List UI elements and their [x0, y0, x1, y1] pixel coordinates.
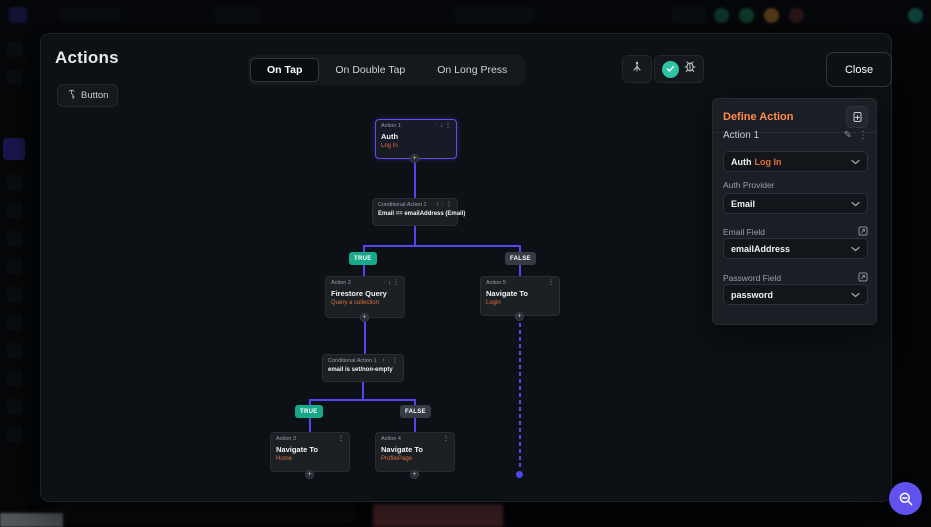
tab-on-tap[interactable]: On Tap [250, 58, 320, 82]
node-action-2[interactable]: Action 2 ↑ ↓ ⋮ Firestore Query Query a c… [325, 276, 405, 318]
email-field-value: emailAddress [731, 243, 791, 254]
action-number-label: Action 1 [723, 130, 760, 141]
branch-badge-true: TRUE [349, 252, 377, 265]
copy-action-button[interactable] [846, 106, 868, 128]
field-label: Password Field [723, 273, 782, 283]
field-label: Auth Provider [723, 180, 775, 190]
node-header-label: Action 4 [381, 436, 401, 442]
chevron-down-icon [851, 292, 860, 297]
node-action-3[interactable]: Action 3 ⋮ Navigate To Home [270, 432, 350, 472]
node-header: Action 1 ↑ ↓ ⋮ [381, 123, 451, 129]
node-title: Email == emailAddress (Email) [378, 211, 466, 217]
validation-debug-group[interactable] [654, 55, 704, 83]
password-field-select[interactable]: password [723, 284, 868, 305]
action-flow-icon [631, 60, 643, 78]
move-down-icon[interactable]: ↓ [388, 280, 391, 286]
magnifier-icon [899, 492, 912, 505]
trigger-widget-chip[interactable]: Button [57, 84, 119, 107]
document-plus-icon [853, 112, 861, 122]
node-title: email is set/non-empty [328, 367, 393, 373]
node-title: Navigate To [381, 445, 423, 454]
pencil-icon[interactable]: ✎ [844, 130, 852, 141]
node-subtitle: Query a collection [331, 300, 380, 306]
chevron-down-icon [851, 246, 860, 251]
node-action-5[interactable]: Action 5 ⋮ Navigate To Login [480, 276, 560, 316]
kebab-icon[interactable]: ⋮ [445, 123, 451, 129]
zoom-search-fab[interactable] [889, 482, 922, 515]
node-header: Action 3 ⋮ [276, 436, 344, 442]
move-down-icon[interactable]: ↓ [440, 123, 443, 129]
node-header-label: Conditional Action 1 [328, 358, 377, 364]
chevron-down-icon [851, 159, 860, 164]
field-label: Email Field [723, 227, 766, 237]
move-up-icon[interactable]: ↑ [382, 358, 385, 364]
node-title: Navigate To [486, 289, 528, 298]
branch-badge-false: FALSE [505, 252, 536, 265]
node-header: Action 2 ↑ ↓ ⋮ [331, 280, 399, 286]
node-header-label: Action 5 [486, 280, 506, 286]
move-up-icon[interactable]: ↑ [435, 123, 438, 129]
trigger-tabs: On Tap On Double Tap On Long Press [248, 55, 526, 85]
move-down-icon[interactable]: ↓ [387, 358, 390, 364]
node-header-label: Conditional Action 1 [378, 202, 427, 208]
node-header: Conditional Action 1 ↑ ↓ ⋮ [378, 202, 452, 208]
node-conditional-1[interactable]: Conditional Action 1 ↑ ↓ ⋮ Email == emai… [372, 198, 466, 226]
add-action-dot[interactable]: + [410, 470, 419, 479]
kebab-icon[interactable]: ⋮ [338, 436, 344, 442]
node-title: Auth [381, 132, 399, 141]
kebab-icon[interactable]: ⋮ [393, 280, 399, 286]
auth-provider-value: Email [731, 198, 756, 209]
kebab-icon[interactable]: ⋮ [446, 202, 452, 208]
trigger-widget-label: Button [81, 90, 109, 101]
tab-on-long-press[interactable]: On Long Press [421, 59, 523, 81]
email-field-select[interactable]: emailAddress [723, 238, 868, 259]
node-subtitle: Log In [381, 143, 398, 149]
action-type-select[interactable]: Auth Log In [723, 151, 868, 172]
move-up-icon[interactable]: ↑ [383, 280, 386, 286]
auth-provider-select[interactable]: Email [723, 193, 868, 214]
add-action-dot[interactable]: + [305, 470, 314, 479]
panel-title: Define Action [723, 111, 794, 123]
node-subtitle: Home [276, 456, 293, 462]
define-action-panel: Define Action Action 1 ✎ ⋮ Auth Log In A… [712, 98, 877, 325]
screen: Actions Button On Tap On Double Tap On L… [0, 0, 931, 527]
node-conditional-2[interactable]: Conditional Action 1 ↑ ↓ ⋮ email is set/… [322, 354, 404, 382]
validation-check-icon [662, 60, 679, 78]
tab-on-double-tap[interactable]: On Double Tap [319, 59, 421, 81]
branch-end-dot [516, 471, 523, 478]
kebab-icon[interactable]: ⋮ [443, 436, 449, 442]
action-flow-button[interactable] [622, 55, 652, 83]
kebab-icon[interactable]: ⋮ [858, 130, 868, 141]
node-header-label: Action 2 [331, 280, 351, 286]
move-up-icon[interactable]: ↑ [436, 202, 439, 208]
kebab-icon[interactable]: ⋮ [548, 280, 554, 286]
node-action-4[interactable]: Action 4 ⋮ Navigate To ProfilePage [375, 432, 455, 472]
node-header: Conditional Action 1 ↑ ↓ ⋮ [328, 358, 398, 364]
close-button[interactable]: Close [826, 52, 892, 87]
kebab-icon[interactable]: ⋮ [392, 358, 398, 364]
node-title: Navigate To [276, 445, 318, 454]
action-type-primary: Auth [731, 156, 752, 167]
node-title: Firestore Query [331, 289, 387, 298]
move-down-icon[interactable]: ↓ [441, 202, 444, 208]
node-header: Action 5 ⋮ [486, 280, 554, 286]
action-type-secondary: Log In [754, 156, 782, 167]
add-action-dot[interactable]: + [410, 154, 419, 163]
add-action-dot[interactable]: + [515, 312, 524, 321]
debug-bug-icon [684, 60, 696, 78]
node-header-label: Action 3 [276, 436, 296, 442]
node-header-label: Action 1 [381, 123, 401, 129]
node-subtitle: ProfilePage [381, 456, 413, 462]
tap-gesture-icon [67, 89, 76, 102]
node-subtitle: Login [486, 300, 501, 306]
modal-title: Actions [55, 48, 119, 67]
chevron-down-icon [851, 201, 860, 206]
node-action-1[interactable]: Action 1 ↑ ↓ ⋮ Auth Log In [375, 119, 457, 159]
branch-badge-false: FALSE [400, 405, 431, 418]
add-action-dot[interactable]: + [360, 313, 369, 322]
node-header: Action 4 ⋮ [381, 436, 449, 442]
password-field-value: password [731, 289, 774, 300]
branch-badge-true: TRUE [295, 405, 323, 418]
